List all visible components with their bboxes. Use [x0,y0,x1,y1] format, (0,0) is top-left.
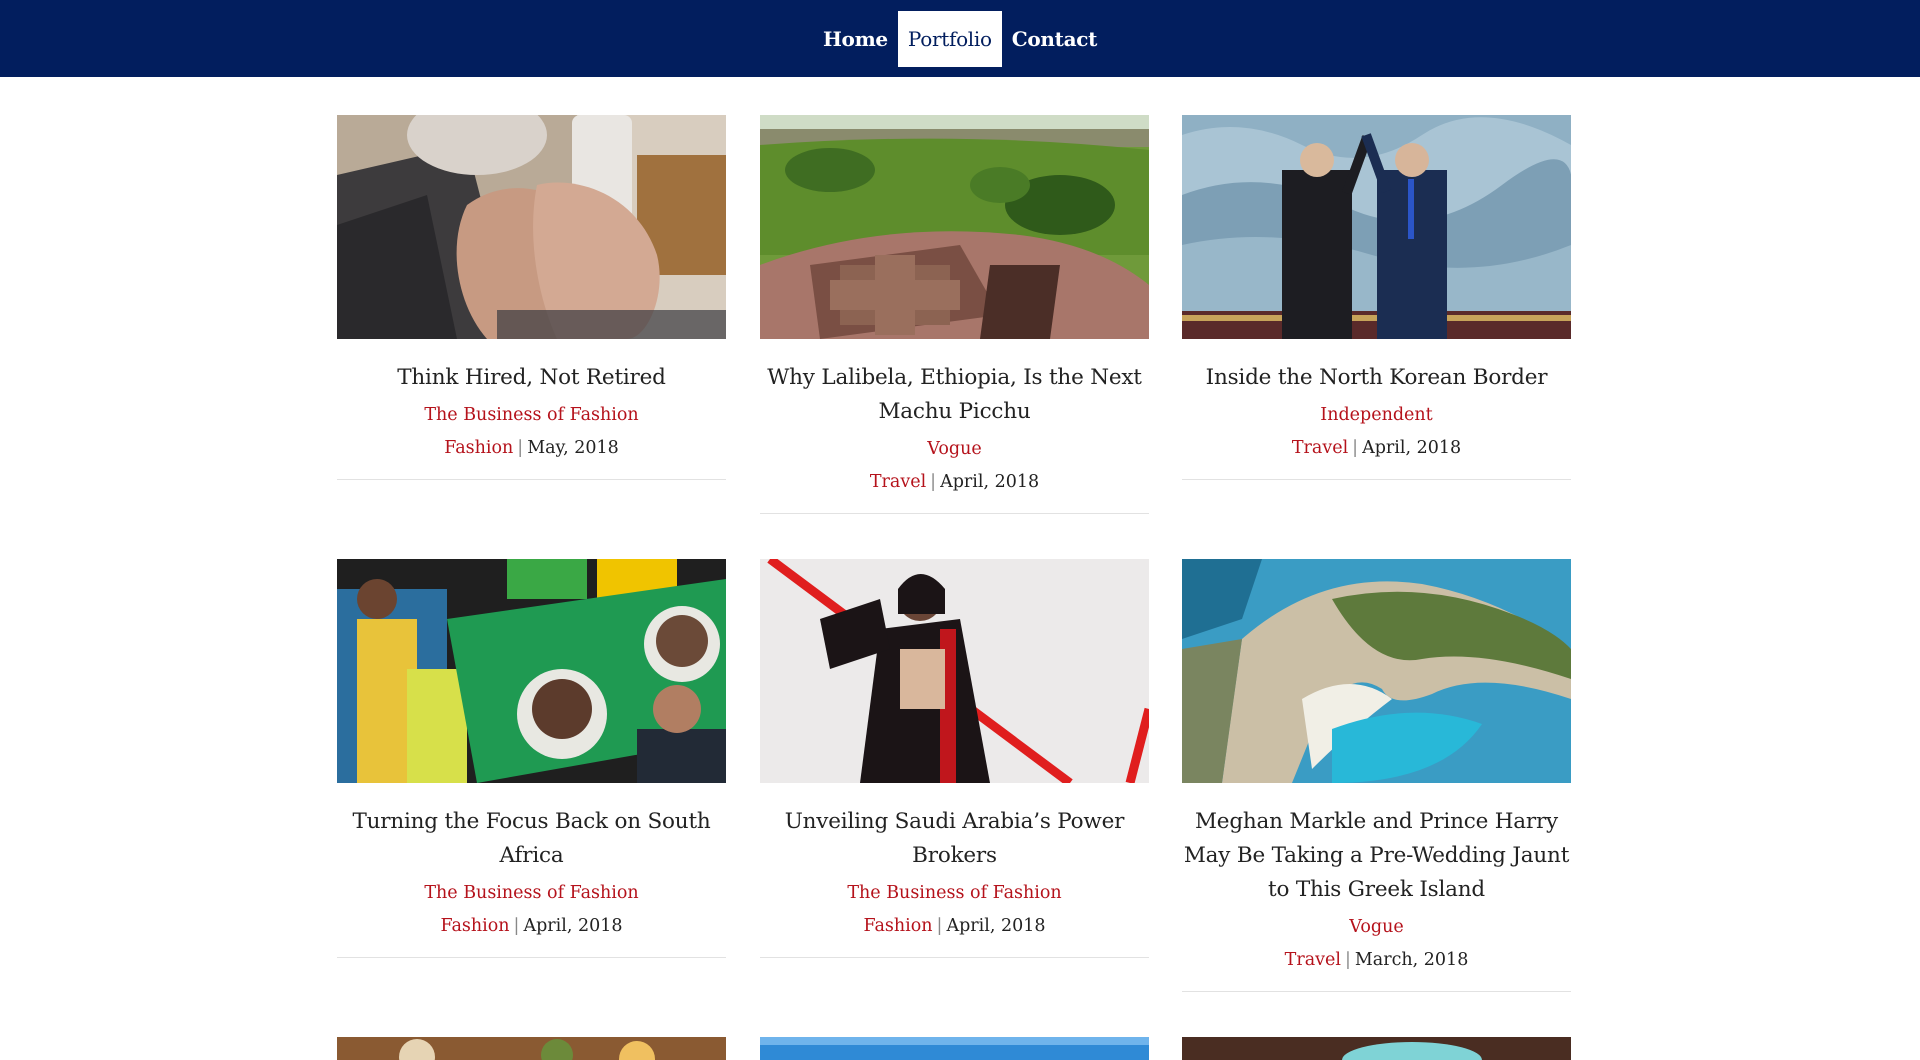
article-category[interactable]: Travel [1292,438,1348,458]
article-title[interactable]: Unveiling Saudi Arabia’s Power Brokers [760,805,1149,873]
article-date: April, 2018 [523,916,623,936]
article-category[interactable]: Travel [870,472,926,492]
meta-separator: | [1352,438,1359,458]
article-publication[interactable]: The Business of Fashion [337,401,726,429]
meta-separator: | [930,472,937,492]
article-card: Think Hired, Not Retired The Business of… [337,115,726,480]
lalibela-church-photo[interactable] [760,115,1149,339]
article-title[interactable]: Turning the Focus Back on South Africa [337,805,726,873]
card-divider [1182,991,1571,992]
article-category[interactable]: Fashion [440,916,509,936]
article-meta: Fashion | April, 2018 [760,913,1149,939]
hands-phone-photo[interactable] [337,115,726,339]
meta-separator: | [513,916,520,936]
fashion-portrait-photo[interactable] [760,559,1149,783]
nav-contact[interactable]: Contact [1002,11,1107,67]
nav-home[interactable]: Home [813,11,898,67]
next-row-thumbnail[interactable] [1182,1037,1571,1060]
meta-separator: | [517,438,524,458]
article-publication[interactable]: Vogue [1182,913,1571,941]
meta-separator: | [1344,950,1351,970]
article-date: April, 2018 [1362,438,1462,458]
main-nav: Home Portfolio Contact [0,11,1920,67]
article-card: Why Lalibela, Ethiopia, Is the Next Mach… [760,115,1149,514]
card-divider [760,513,1149,514]
article-publication[interactable]: Vogue [760,435,1149,463]
article-card: Meghan Markle and Prince Harry May Be Ta… [1182,559,1571,992]
article-card: Unveiling Saudi Arabia’s Power Brokers T… [760,559,1149,958]
article-category[interactable]: Fashion [863,916,932,936]
greek-cove-photo[interactable] [1182,559,1571,783]
article-meta: Travel | March, 2018 [1182,947,1571,973]
article-meta: Travel | April, 2018 [1182,435,1571,461]
card-divider [337,479,726,480]
article-date: April, 2018 [940,472,1040,492]
article-date: March, 2018 [1354,950,1469,970]
article-title[interactable]: Why Lalibela, Ethiopia, Is the Next Mach… [760,361,1149,429]
card-divider [1182,479,1571,480]
next-row-thumbnail[interactable] [337,1037,726,1060]
article-date: April, 2018 [946,916,1046,936]
nav-portfolio[interactable]: Portfolio [897,11,1002,67]
article-date: May, 2018 [527,438,619,458]
leaders-summit-photo[interactable] [1182,115,1571,339]
article-category[interactable]: Travel [1285,950,1341,970]
article-meta: Fashion | April, 2018 [337,913,726,939]
article-publication[interactable]: The Business of Fashion [760,879,1149,907]
article-title[interactable]: Think Hired, Not Retired [337,361,726,395]
article-title[interactable]: Inside the North Korean Border [1182,361,1571,395]
next-row-thumbnail[interactable] [760,1037,1149,1060]
meta-separator: | [936,916,943,936]
article-title[interactable]: Meghan Markle and Prince Harry May Be Ta… [1182,805,1571,907]
top-navbar: Home Portfolio Contact [0,0,1920,77]
card-divider [760,957,1149,958]
article-meta: Travel | April, 2018 [760,469,1149,495]
article-card: Inside the North Korean Border Independe… [1182,115,1571,480]
card-divider [337,957,726,958]
rally-flag-photo[interactable] [337,559,726,783]
article-publication[interactable]: Independent [1182,401,1571,429]
article-category[interactable]: Fashion [444,438,513,458]
article-publication[interactable]: The Business of Fashion [337,879,726,907]
article-card: Turning the Focus Back on South Africa T… [337,559,726,958]
article-meta: Fashion | May, 2018 [337,435,726,461]
